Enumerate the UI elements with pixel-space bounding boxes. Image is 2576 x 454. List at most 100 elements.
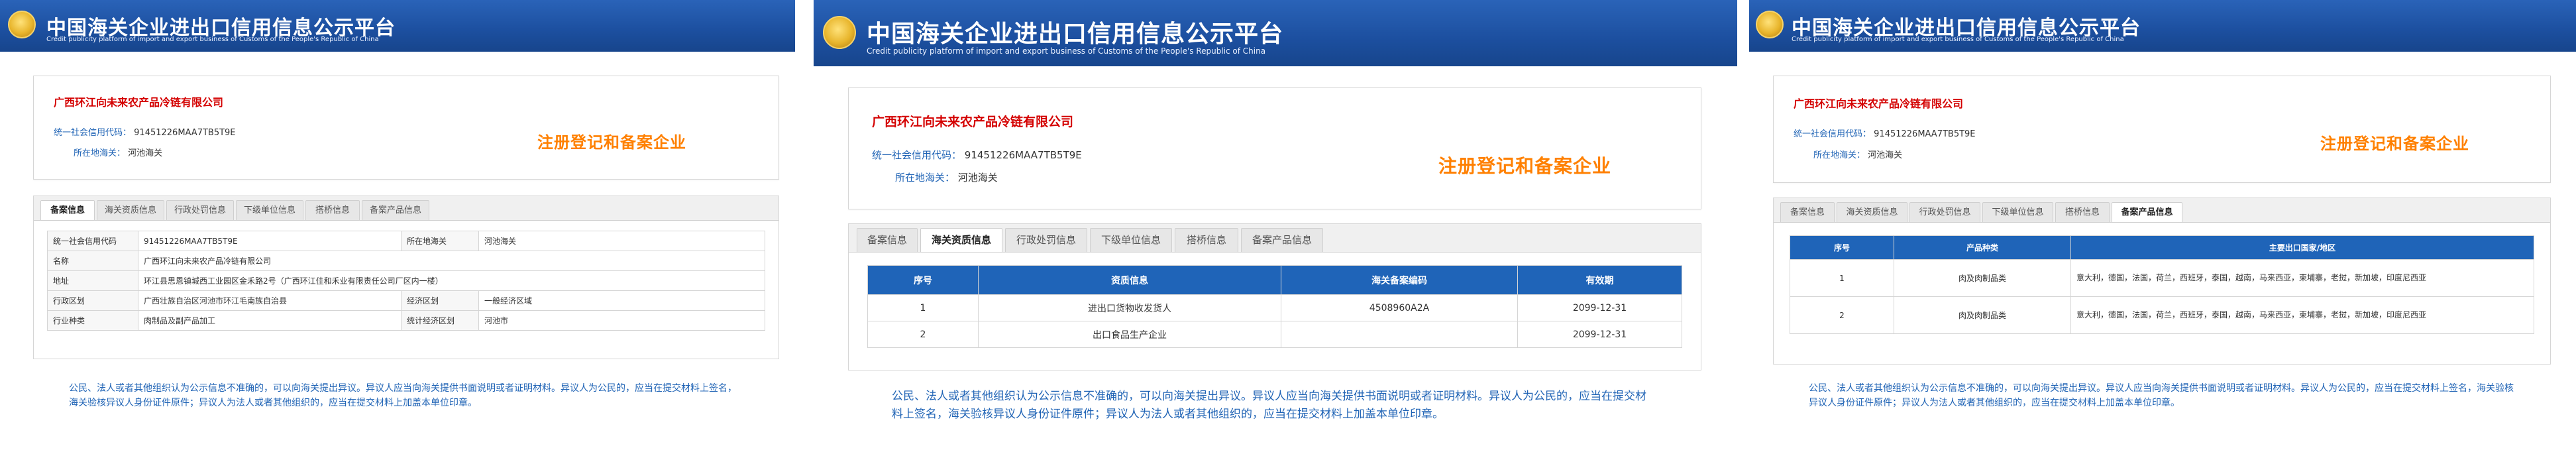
tab-penalty-info[interactable]: 行政处罚信息 — [166, 200, 234, 220]
company-info-box: 广西环江向未来农产品冷链有限公司 统一社会信用代码： 91451226MAA7T… — [1773, 76, 2551, 183]
cell: 1 — [1790, 259, 1894, 297]
col-header: 主要出口国家/地区 — [2070, 235, 2534, 260]
tab-filing-info[interactable]: 备案信息 — [857, 228, 918, 252]
tab-qualification-info[interactable]: 海关资质信息 — [920, 228, 1002, 252]
tab-qualification-info[interactable]: 海关资质信息 — [1837, 202, 1907, 222]
tab-filing-info[interactable]: 备案信息 — [40, 200, 95, 220]
basic-value: 广西环江向未来农产品冷链有限公司 — [138, 251, 765, 271]
credit-code-row: 统一社会信用代码： 91451226MAA7TB5T9E — [872, 148, 1082, 162]
cell: 肉及肉制品类 — [1894, 296, 2071, 334]
col-header: 海关备案编码 — [1281, 265, 1518, 295]
tab-penalty-info[interactable]: 行政处罚信息 — [1909, 202, 1980, 222]
customs-row: 所在地海关： 河池海关 — [895, 170, 998, 184]
table-header-row: 序号 资质信息 海关备案编码 有效期 — [867, 265, 1682, 295]
objection-notice: 公民、法人或者其他组织认为公示信息不准确的，可以向海关提出异议。异议人应当向海关… — [1809, 383, 2514, 409]
company-info-box: 广西环江向未来农产品冷链有限公司 统一社会信用代码： 91451226MAA7T… — [33, 76, 779, 180]
customs-value: 河池海关 — [1868, 150, 1903, 160]
basic-value: 环江县思恩镇城西工业园区金禾路2号（广西环江佳和禾业有限责任公司厂区内一楼） — [138, 270, 765, 291]
basic-label: 统一社会信用代码 — [47, 231, 138, 251]
tabs-box: 备案信息 海关资质信息 行政处罚信息 下级单位信息 搭桥信息 备案产品信息 序号… — [1773, 198, 2551, 365]
cell: 意大利，德国，法国，荷兰，西班牙，泰国，越南，马来西亚，柬埔寨，老挝，新加坡，印… — [2070, 296, 2534, 334]
table-row: 行业种类 肉制品及副产品加工 统计经济区划 河池市 — [47, 310, 765, 331]
company-info-box: 广西环江向未来农产品冷链有限公司 统一社会信用代码： 91451226MAA7T… — [848, 87, 1701, 209]
table-row: 统一社会信用代码 91451226MAA7TB5T9E 所在地海关 河池海关 — [47, 231, 765, 251]
credit-code-label: 统一社会信用代码： — [872, 149, 962, 161]
tabs-box: 备案信息 海关资质信息 行政处罚信息 下级单位信息 搭桥信息 备案产品信息 统一… — [33, 196, 779, 359]
objection-notice: 公民、法人或者其他组织认为公示信息不准确的，可以向海关提出异议。异议人应当向海关… — [892, 390, 1646, 422]
customs-value: 河池海关 — [128, 148, 163, 158]
customs-label: 所在地海关： — [1813, 150, 1866, 160]
site-header: 中国海关企业进出口信用信息公示平台 Credit publicity platf… — [814, 0, 1737, 66]
site-subtitle: Credit publicity platform of import and … — [46, 36, 379, 43]
company-name: 广西环江向未来农产品冷链有限公司 — [54, 96, 224, 109]
customs-label: 所在地海关： — [74, 148, 126, 158]
panel-qualification-info: 中国海关企业进出口信用信息公示平台 Credit publicity platf… — [814, 0, 1737, 454]
tab-penalty-info[interactable]: 行政处罚信息 — [1005, 228, 1087, 252]
tab-bridge-info[interactable]: 搭桥信息 — [1175, 228, 1238, 252]
col-header: 资质信息 — [978, 265, 1281, 295]
table-row: 行政区划 广西壮族自治区河池市环江毛南族自治县 经济区划 一般经济区域 — [47, 290, 765, 311]
cell: 4508960A2A — [1281, 294, 1518, 321]
col-header: 有效期 — [1517, 265, 1682, 295]
credit-code-value: 91451226MAA7TB5T9E — [1874, 129, 1976, 139]
product-table: 序号 产品种类 主要出口国家/地区 1 肉及肉制品类 意大利，德国，法国，荷兰，… — [1790, 235, 2534, 334]
table-header-row: 序号 产品种类 主要出口国家/地区 — [1790, 235, 2534, 260]
site-subtitle: Credit publicity platform of import and … — [867, 46, 1266, 56]
col-header: 序号 — [867, 265, 979, 295]
tab-bar: 备案信息 海关资质信息 行政处罚信息 下级单位信息 搭桥信息 备案产品信息 — [34, 196, 778, 221]
cell: 出口食品生产企业 — [978, 321, 1281, 348]
site-subtitle: Credit publicity platform of import and … — [1792, 36, 2124, 43]
cell — [1281, 321, 1518, 348]
customs-label: 所在地海关： — [895, 172, 955, 184]
site-header: 中国海关企业进出口信用信息公示平台 Credit publicity platf… — [0, 0, 795, 52]
objection-notice: 公民、法人或者其他组织认为公示信息不准确的，可以向海关提出异议。异议人应当向海关… — [69, 383, 737, 409]
tab-product-info[interactable]: 备案产品信息 — [1241, 228, 1323, 252]
cell: 2 — [1790, 296, 1894, 334]
basic-label: 经济区划 — [401, 290, 479, 311]
tabs-box: 备案信息 海关资质信息 行政处罚信息 下级单位信息 搭桥信息 备案产品信息 序号… — [848, 223, 1701, 370]
cell: 进出口货物收发货人 — [978, 294, 1281, 321]
tab-qualification-info[interactable]: 海关资质信息 — [97, 200, 164, 220]
tab-bridge-info[interactable]: 搭桥信息 — [2055, 202, 2110, 222]
table-row: 2 肉及肉制品类 意大利，德国，法国，荷兰，西班牙，泰国，越南，马来西亚，柬埔寨… — [1790, 296, 2534, 334]
tab-product-info[interactable]: 备案产品信息 — [362, 200, 429, 220]
basic-label: 所在地海关 — [401, 231, 479, 251]
credit-code-label: 统一社会信用代码： — [1794, 129, 1872, 139]
tab-bar: 备案信息 海关资质信息 行政处罚信息 下级单位信息 搭桥信息 备案产品信息 — [849, 224, 1701, 253]
cell: 1 — [867, 294, 979, 321]
registration-stamp: 注册登记和备案企业 — [537, 133, 686, 152]
table-row: 名称 广西环江向未来农产品冷链有限公司 — [47, 251, 765, 271]
credit-code-value: 91451226MAA7TB5T9E — [964, 149, 1082, 161]
qualification-table: 序号 资质信息 海关备案编码 有效期 1 进出口货物收发货人 4508960A2… — [867, 265, 1682, 348]
basic-label: 地址 — [47, 270, 138, 291]
tab-bridge-info[interactable]: 搭桥信息 — [305, 200, 360, 220]
basic-value: 河池市 — [478, 310, 765, 331]
customs-emblem-icon — [823, 16, 856, 49]
customs-row: 所在地海关： 河池海关 — [1813, 148, 1902, 160]
col-header: 产品种类 — [1894, 235, 2071, 260]
cell: 2099-12-31 — [1517, 321, 1682, 348]
site-title: 中国海关企业进出口信用信息公示平台 — [867, 21, 1284, 48]
credit-code-value: 91451226MAA7TB5T9E — [134, 128, 236, 138]
table-row: 2 出口食品生产企业 2099-12-31 — [867, 321, 1682, 348]
basic-label: 名称 — [47, 251, 138, 271]
customs-value: 河池海关 — [957, 172, 998, 184]
cell: 肉及肉制品类 — [1894, 259, 2071, 297]
tab-subunit-info[interactable]: 下级单位信息 — [1090, 228, 1172, 252]
tab-subunit-info[interactable]: 下级单位信息 — [1982, 202, 2053, 222]
basic-label: 统计经济区划 — [401, 310, 479, 331]
basic-value: 肉制品及副产品加工 — [138, 310, 402, 331]
company-name: 广西环江向未来农产品冷链有限公司 — [872, 115, 1074, 129]
tab-filing-info[interactable]: 备案信息 — [1780, 202, 1835, 222]
customs-emblem-icon — [8, 11, 36, 38]
tab-bar: 备案信息 海关资质信息 行政处罚信息 下级单位信息 搭桥信息 备案产品信息 — [1774, 198, 2550, 223]
credit-code-row: 统一社会信用代码： 91451226MAA7TB5T9E — [54, 125, 236, 138]
cell: 2 — [867, 321, 979, 348]
cell: 意大利，德国，法国，荷兰，西班牙，泰国，越南，马来西亚，柬埔寨，老挝，新加坡，印… — [2070, 259, 2534, 297]
credit-code-label: 统一社会信用代码： — [54, 128, 132, 138]
table-row: 1 肉及肉制品类 意大利，德国，法国，荷兰，西班牙，泰国，越南，马来西亚，柬埔寨… — [1790, 259, 2534, 297]
basic-value: 一般经济区域 — [478, 290, 765, 311]
tab-subunit-info[interactable]: 下级单位信息 — [236, 200, 303, 220]
table-row: 地址 环江县思恩镇城西工业园区金禾路2号（广西环江佳和禾业有限责任公司厂区内一楼… — [47, 270, 765, 291]
tab-product-info[interactable]: 备案产品信息 — [2112, 202, 2182, 222]
